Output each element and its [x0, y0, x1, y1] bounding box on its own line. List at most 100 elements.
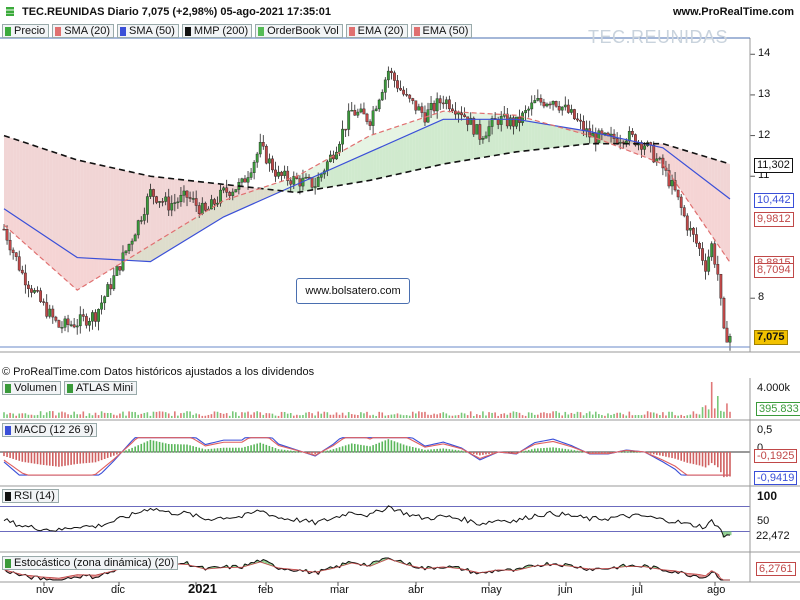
volume-bar	[430, 414, 432, 418]
candle-body	[710, 243, 714, 258]
x-axis-label: abr	[408, 584, 424, 596]
rsi-panel[interactable]	[0, 505, 750, 538]
cloud-segment	[98, 258, 102, 278]
volume-bar	[543, 412, 545, 418]
legend-item[interactable]: OrderBook Vol	[255, 24, 343, 38]
panel-legend-item[interactable]: RSI (14)	[2, 489, 59, 503]
volume-bar	[512, 411, 515, 418]
macd-histogram-bar	[402, 444, 405, 453]
candle-body	[429, 102, 433, 110]
candle-body	[463, 114, 467, 117]
candle-body	[338, 143, 341, 153]
cloud-segment	[34, 145, 38, 232]
cloud-segment	[13, 214, 17, 236]
legend-item[interactable]: EMA (50)	[410, 24, 473, 38]
toolbar-grid-icon[interactable]	[6, 7, 14, 16]
macd-histogram-bar	[524, 450, 527, 453]
volume-bar	[610, 414, 612, 418]
macd-histogram-bar	[174, 444, 176, 453]
cloud-segment	[540, 123, 544, 150]
macd-histogram-bar	[454, 449, 457, 453]
cloud-segment	[74, 158, 78, 258]
volume-bar	[692, 411, 695, 418]
cloud-segment	[92, 163, 96, 259]
legend-item[interactable]: EMA (20)	[345, 24, 408, 38]
cloud-segment	[138, 173, 142, 262]
candle-body	[228, 192, 232, 196]
panel-legend-item[interactable]: ATLAS Mini	[63, 381, 138, 395]
candle-body	[569, 109, 573, 113]
candle-body	[615, 138, 619, 144]
legend-swatch	[66, 383, 73, 393]
volume-bar	[241, 412, 243, 418]
volume-bar	[393, 414, 396, 418]
cloud-segment	[559, 126, 563, 148]
macd-histogram-bar	[463, 451, 466, 453]
cloud-segment	[19, 140, 23, 221]
volume-bar	[64, 412, 66, 418]
volume-bar	[637, 414, 640, 418]
volume-bar	[427, 414, 429, 418]
cloud-segment	[55, 152, 59, 246]
candle-body	[149, 189, 152, 197]
cloud-segment	[449, 119, 453, 164]
chart-title: TEC.REUNIDAS Diario 7,075 (+2,98%) 05-ag…	[22, 6, 332, 18]
candle-body	[179, 194, 183, 203]
cloud-segment	[49, 239, 53, 269]
legend-item[interactable]: SMA (20)	[52, 24, 115, 38]
cloud-segment	[162, 236, 166, 255]
candle-body	[258, 142, 262, 155]
cloud-segment	[25, 142, 29, 226]
legend-label: MMP (200)	[193, 25, 249, 37]
volume-bar	[192, 414, 194, 418]
legend-swatch	[120, 26, 127, 36]
legend-item[interactable]: Precio	[2, 24, 50, 38]
macd-histogram-bar	[472, 452, 475, 454]
legend-label: SMA (50)	[129, 25, 175, 37]
macd-histogram-bar	[268, 445, 271, 453]
cloud-segment	[208, 208, 212, 227]
cloud-segment	[257, 188, 261, 202]
cloud-segment	[553, 125, 557, 148]
macd-histogram-bar	[527, 449, 530, 453]
macd-histogram-bar	[262, 443, 265, 453]
macd-histogram-bar	[662, 452, 664, 457]
panel-legend-item[interactable]: Estocástico (zona dinámica) (20)	[2, 556, 179, 570]
macd-histogram-bar	[137, 445, 140, 453]
macd-panel[interactable]	[0, 437, 750, 478]
cloud-segment	[699, 154, 703, 179]
volume-bar	[195, 413, 197, 418]
macd-histogram-bar	[427, 449, 429, 453]
macd-histogram-bar	[55, 452, 57, 467]
candle-body	[701, 248, 704, 261]
cloud-segment	[357, 155, 361, 183]
candle-body	[8, 239, 12, 251]
price-panel[interactable]	[0, 53, 755, 351]
volume-bar	[716, 396, 719, 418]
volume-bar	[317, 411, 319, 418]
macd-histogram-bar	[125, 450, 127, 453]
macd-histogram-bar	[631, 451, 634, 453]
panel-legend-item[interactable]: Volumen	[2, 381, 61, 395]
cloud-segment	[720, 192, 724, 254]
volume-bar	[302, 414, 304, 418]
macd-histogram-bar	[64, 452, 66, 466]
candle-body	[185, 190, 189, 198]
volume-bar	[631, 415, 634, 418]
candle-body	[246, 177, 250, 183]
candle-body	[341, 128, 344, 145]
volume-bar	[622, 414, 625, 418]
macd-histogram-bar	[561, 448, 564, 453]
candle-body	[728, 336, 732, 343]
rsi-tick-label: 50	[757, 515, 770, 527]
cloud-segment	[223, 199, 227, 217]
legend-item[interactable]: MMP (200)	[181, 24, 253, 38]
legend-item[interactable]: SMA (50)	[117, 24, 179, 38]
macd-histogram-bar	[683, 452, 686, 462]
macd-histogram-bar	[289, 450, 292, 453]
candle-body	[231, 191, 235, 196]
volume-bar	[344, 415, 347, 418]
cloud-segment	[141, 249, 145, 262]
candle-body	[438, 98, 442, 104]
panel-legend-item[interactable]: MACD (12 26 9)	[2, 423, 98, 437]
